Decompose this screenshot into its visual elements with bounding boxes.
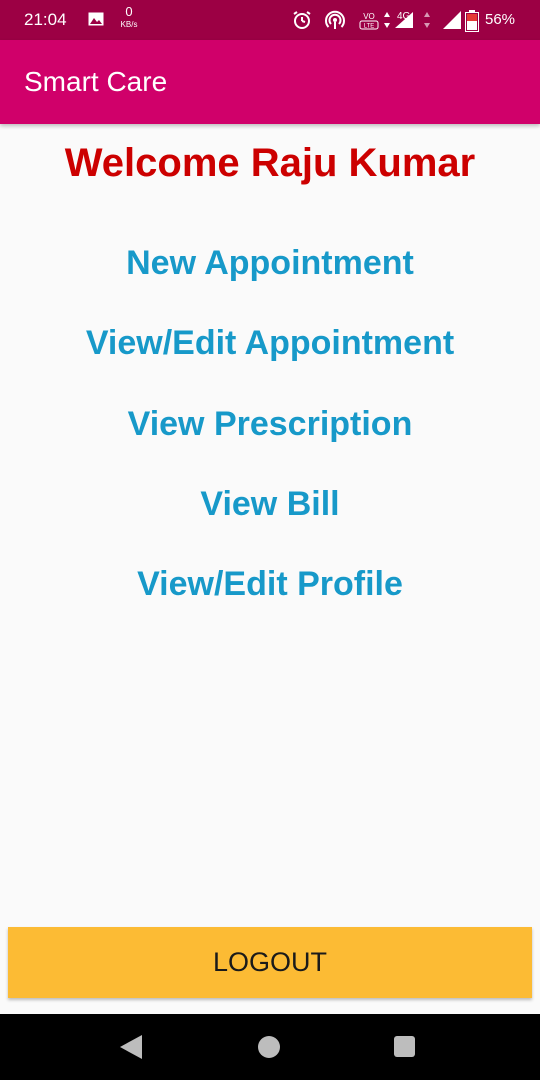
- back-icon[interactable]: [120, 1035, 142, 1059]
- hotspot-icon: [325, 10, 345, 29]
- network-speed-value: 0: [125, 4, 133, 19]
- app-title: Smart Care: [24, 66, 168, 97]
- status-time: 21:04: [24, 10, 67, 29]
- app-bar: Smart Care: [0, 40, 540, 124]
- signal-icon: [443, 11, 461, 29]
- network-speed-unit: KB/s: [120, 20, 138, 29]
- recents-icon[interactable]: [394, 1036, 415, 1057]
- welcome-heading: Welcome Raju Kumar: [64, 141, 476, 185]
- svg-text:LTE: LTE: [364, 24, 375, 30]
- status-bar: 21:04 0 KB/s VO LTE 4G 56%: [0, 0, 540, 40]
- battery-percent: 56%: [485, 11, 516, 28]
- view-edit-appointment-link[interactable]: View/Edit Appointment: [0, 324, 540, 363]
- view-edit-profile-link[interactable]: View/Edit Profile: [0, 565, 540, 604]
- logout-button[interactable]: LOGOUT: [8, 927, 532, 998]
- data-arrows-icon: 4G: [384, 11, 430, 28]
- network-speed: 0 KB/s: [116, 4, 142, 30]
- home-icon[interactable]: [258, 1036, 280, 1058]
- image-icon: [88, 12, 104, 26]
- svg-text:VO: VO: [363, 12, 375, 21]
- view-prescription-link[interactable]: View Prescription: [0, 405, 540, 444]
- battery-icon: [465, 10, 479, 32]
- alarm-icon: [293, 11, 311, 29]
- view-bill-link[interactable]: View Bill: [0, 485, 540, 524]
- new-appointment-link[interactable]: New Appointment: [0, 244, 540, 283]
- volte-icon: VO LTE: [359, 12, 379, 30]
- navigation-bar: [0, 1014, 540, 1080]
